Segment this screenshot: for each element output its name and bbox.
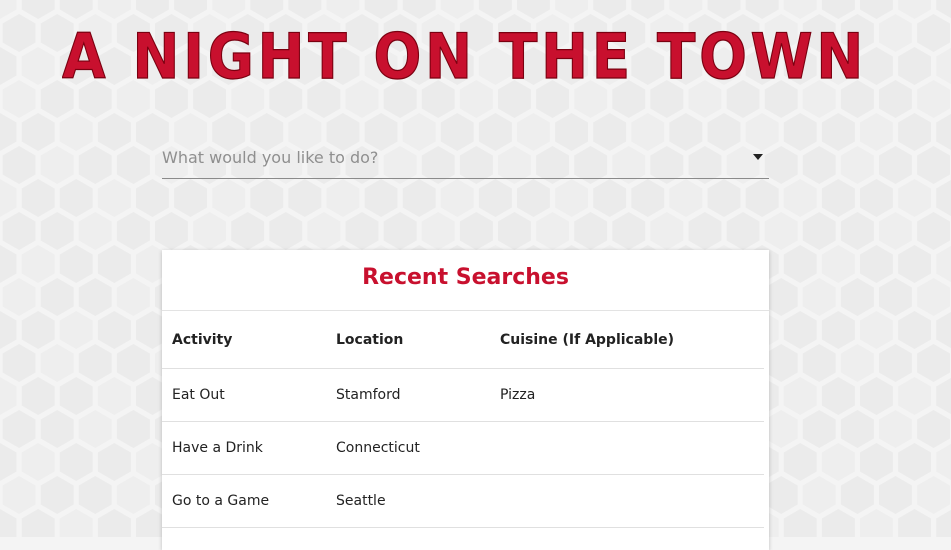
cell-location: Stamford: [326, 368, 490, 422]
table-row[interactable]: Eat Out Stamford Pizza: [162, 368, 764, 422]
recent-searches-card: Recent Searches Activity Location Cuisin…: [162, 250, 769, 550]
cell-cuisine: Pizza: [490, 368, 764, 422]
recent-searches-table: Activity Location Cuisine (If Applicable…: [162, 311, 764, 528]
cell-location: Connecticut: [326, 421, 490, 475]
cell-activity: Have a Drink: [162, 421, 326, 475]
cell-activity: Go to a Game: [162, 474, 326, 528]
page-title-svg: A NIGHT ON THE TOWN: [62, 19, 867, 88]
table-header-row: Activity Location Cuisine (If Applicable…: [162, 311, 764, 369]
table-row[interactable]: Go to a Game Seattle: [162, 474, 764, 528]
activity-select[interactable]: What would you like to do?: [162, 140, 769, 179]
column-header-location: Location: [326, 311, 490, 369]
cell-cuisine: [490, 421, 764, 475]
cell-cuisine: [490, 474, 764, 528]
table-row[interactable]: Have a Drink Connecticut: [162, 421, 764, 475]
cell-location: Seattle: [326, 474, 490, 528]
chevron-down-icon[interactable]: [753, 154, 763, 160]
activity-select-placeholder: What would you like to do?: [162, 148, 379, 167]
cell-activity: Eat Out: [162, 368, 326, 422]
recent-searches-heading: Recent Searches: [162, 250, 769, 311]
page-title-banner: A NIGHT ON THE TOWN: [0, 18, 951, 88]
page-title: A NIGHT ON THE TOWN: [62, 20, 867, 88]
column-header-cuisine: Cuisine (If Applicable): [490, 311, 764, 369]
column-header-activity: Activity: [162, 311, 326, 369]
